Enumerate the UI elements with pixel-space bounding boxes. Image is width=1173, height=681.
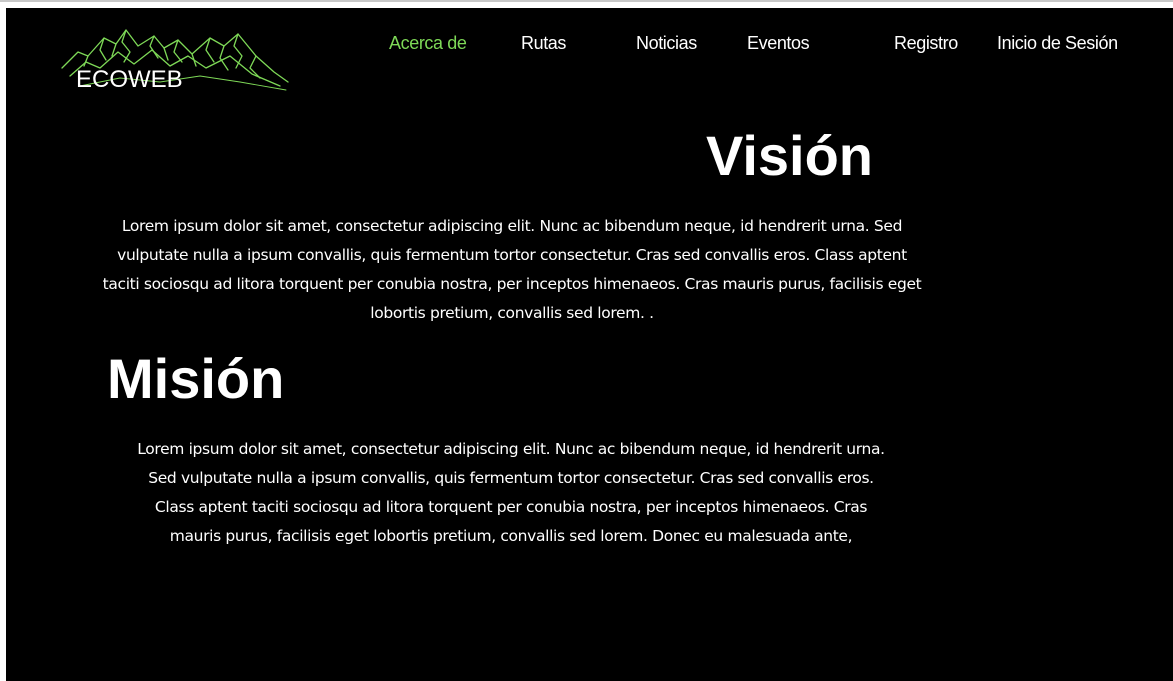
nav-item-acerca-de[interactable]: Acerca de bbox=[389, 33, 467, 54]
page-canvas: ECOWEB Acerca de Rutas Noticias Eventos … bbox=[6, 8, 1173, 681]
site-logo[interactable]: ECOWEB bbox=[60, 16, 290, 98]
vision-heading: Visión bbox=[706, 124, 874, 187]
mision-text: Lorem ipsum dolor sit amet, consectetur … bbox=[137, 440, 885, 545]
main-nav: Acerca de Rutas Noticias Eventos Registr… bbox=[6, 33, 1173, 57]
nav-item-inicio-de-sesion[interactable]: Inicio de Sesión bbox=[997, 33, 1118, 54]
top-divider bbox=[0, 0, 1173, 2]
nav-item-eventos[interactable]: Eventos bbox=[747, 33, 810, 54]
nav-item-rutas[interactable]: Rutas bbox=[521, 33, 566, 54]
nav-item-registro[interactable]: Registro bbox=[894, 33, 958, 54]
vision-text: Lorem ipsum dolor sit amet, consectetur … bbox=[102, 217, 922, 322]
logo-text: ECOWEB bbox=[76, 66, 183, 93]
nav-item-noticias[interactable]: Noticias bbox=[636, 33, 697, 54]
mision-heading: Misión bbox=[107, 347, 285, 410]
